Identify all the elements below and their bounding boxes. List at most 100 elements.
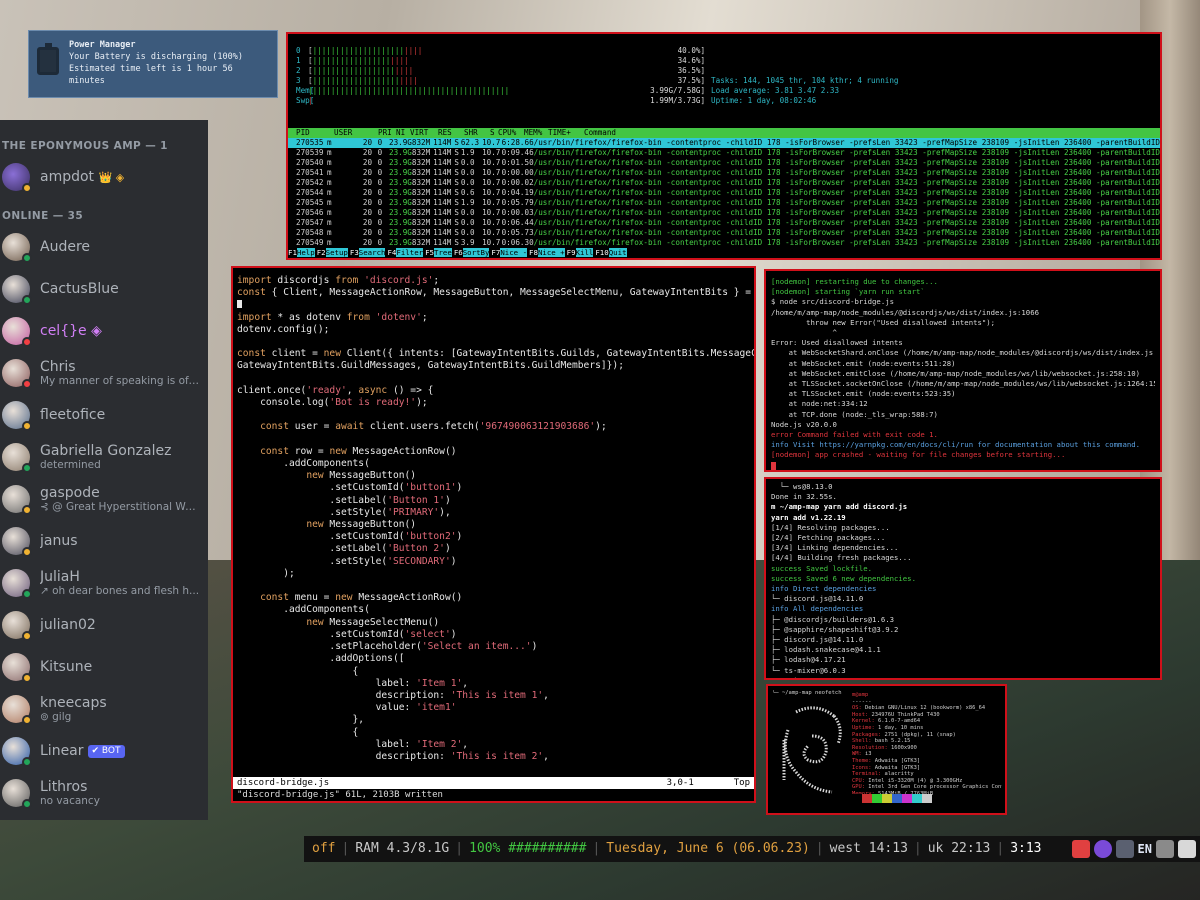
status-battery: 100% ########## <box>469 841 587 856</box>
neofetch-line: Host: 234976U ThinkPad T430 <box>852 712 1002 719</box>
column-header[interactable]: VIRT <box>410 128 438 138</box>
process-table-header[interactable]: PID USER PRI NI VIRT RES SHR S CPU% MEM% TIME+ Comm… <box>288 128 1160 138</box>
member-row[interactable]: janus <box>0 520 208 562</box>
column-header[interactable]: S <box>490 128 498 138</box>
process-row[interactable]: 270544 m 20 0 23.9G 832M 114M S 0.6 10.7 0:04.19/u… <box>288 188 1160 198</box>
clipboard-tray-icon[interactable] <box>1178 840 1196 858</box>
process-cell: 1.9 <box>460 198 475 207</box>
keyboard-layout[interactable]: EN <box>1138 836 1152 862</box>
function-key[interactable]: F5Tree <box>425 247 454 258</box>
terminal-line: success Saved lockfile. <box>771 563 873 573</box>
terminal-line: at WebSocket.emit (node:events:511:28) <box>771 358 956 368</box>
function-key-label: Quit <box>608 248 627 257</box>
neofetch-key: Terminal: <box>852 771 882 778</box>
function-key[interactable]: F10Quit <box>595 247 628 258</box>
network-tray-icon[interactable] <box>1115 840 1134 858</box>
member-status: no vacancy <box>40 794 100 807</box>
power-manager-notification[interactable]: Power Manager Your Battery is dischargin… <box>28 30 278 98</box>
process-cell: 20 <box>362 158 373 167</box>
neofetch-key: CPU: <box>852 777 865 784</box>
member-ampdot[interactable]: ampdot 👑 ◈ <box>0 156 208 198</box>
column-header[interactable]: PRI <box>378 128 396 138</box>
neofetch-value: Adwaita [GTK3] <box>871 757 921 764</box>
process-row[interactable]: 270545 m 20 0 23.9G 832M 114M S 1.9 10.7 0:05.79/u… <box>288 198 1160 208</box>
function-key[interactable]: F9Kill <box>567 247 596 258</box>
status-dot <box>22 379 32 389</box>
member-row[interactable]: kneecaps ⊚ gilg <box>0 688 208 730</box>
function-key[interactable]: F7Nice - <box>491 247 529 258</box>
function-key[interactable]: F2Setup <box>317 247 350 258</box>
process-cell: 20 <box>362 138 373 147</box>
htop-window[interactable]: 0[|||||||||||||||||||| |||| 40.0%] 1[||||||… <box>286 32 1162 260</box>
member-row[interactable]: Linear ✔ BOT <box>0 730 208 772</box>
process-cell: 10.7 <box>482 178 501 187</box>
member-row[interactable]: julian02 <box>0 604 208 646</box>
member-row[interactable]: Chris My manner of speaking is ofte... <box>0 352 208 394</box>
column-header[interactable]: SHR <box>464 128 490 138</box>
process-row[interactable]: 270542 m 20 0 23.9G 832M 114M S 0.0 10.7 0:00.02/u… <box>288 178 1160 188</box>
member-row[interactable]: Audere <box>0 226 208 268</box>
process-row[interactable]: 270539 m 20 0 23.9G 832M 114M S 1.9 10.7 0:09.46/u… <box>288 148 1160 158</box>
yarn-terminal[interactable]: └─ ws@8.13.0 Done in 32.55s. m ~/amp-map y… <box>764 477 1162 680</box>
process-row[interactable]: 270535 m 20 0 23.9G 832M 114M S 62.3 10.7 6:28.66/… <box>288 138 1160 148</box>
process-cell: 23.9G <box>389 198 412 207</box>
neofetch-value: i3 <box>861 751 872 758</box>
debian-logo-icon <box>782 706 842 794</box>
member-rows: Audere CactusBlue cel{}e ◈ Chris My manner o… <box>0 226 208 814</box>
column-header[interactable]: Command <box>584 128 616 138</box>
terminal-line: ├─ @sapphire/shapeshift@3.9.2 <box>771 624 899 634</box>
process-row[interactable]: 270547 m 20 0 23.9G 832M 114M S 0.0 10.7 0:06.44/u… <box>288 218 1160 228</box>
volume-tray-icon[interactable] <box>1156 840 1174 858</box>
function-key-label: Tree <box>434 248 452 257</box>
member-row[interactable]: Gabriella Gonzalez determined <box>0 436 208 478</box>
member-row[interactable]: gaspode ⊰ @ Great Hyperstitional We... <box>0 478 208 520</box>
process-cell: 832M <box>411 188 431 197</box>
member-name: Kitsune <box>40 659 93 675</box>
process-cell: 10.7 <box>482 198 501 207</box>
member-row[interactable]: CactusBlue <box>0 268 208 310</box>
process-cell: 0:04.19 <box>501 188 534 197</box>
function-key[interactable]: F6SortBy <box>454 247 492 258</box>
neofetch-key: OS: <box>852 705 862 712</box>
member-text: cel{}e ◈ <box>40 323 102 339</box>
member-row[interactable]: Kitsune <box>0 646 208 688</box>
neofetch-key: Packages: <box>852 731 882 738</box>
column-header[interactable]: RES <box>438 128 464 138</box>
column-header[interactable]: PID <box>296 128 334 138</box>
column-header[interactable]: USER <box>334 128 378 138</box>
avatar <box>2 569 32 599</box>
function-key[interactable]: F4Filter <box>387 247 425 258</box>
member-row[interactable]: cel{}e ◈ <box>0 310 208 352</box>
process-cell: 0.0 <box>460 208 475 217</box>
function-key[interactable]: F3Search <box>350 247 388 258</box>
member-row[interactable]: fleetofice <box>0 394 208 436</box>
neofetch-terminal[interactable]: └─ ~/amp-map neofetch m@amp ------ OS: D… <box>766 684 1007 815</box>
process-cell: 0 <box>377 148 383 157</box>
terminal-line: Node.js v20.0.0 <box>771 419 837 429</box>
column-header[interactable]: TIME+ <box>548 128 584 138</box>
function-key[interactable]: F1Help <box>288 247 317 258</box>
function-key[interactable]: F8Nice + <box>529 247 567 258</box>
process-cell: 10.7 <box>482 138 501 147</box>
column-header[interactable]: MEM% <box>524 128 548 138</box>
notification-tray-icon[interactable] <box>1071 840 1090 858</box>
process-cell: 114M <box>433 218 452 227</box>
process-row[interactable]: 270541 m 20 0 23.9G 832M 114M S 0.0 10.7 0:00.00/u… <box>288 168 1160 178</box>
member-row[interactable]: JuliaH ↗ oh dear bones and flesh h... <box>0 562 208 604</box>
column-header[interactable]: NI <box>396 128 410 138</box>
avatar <box>2 401 32 431</box>
swap-label: Swp[ <box>296 96 315 105</box>
process-row[interactable]: 270546 m 20 0 23.9G 832M 114M S 0.0 10.7 0:00.03/u… <box>288 208 1160 218</box>
member-row[interactable]: Lithros no vacancy <box>0 772 208 814</box>
column-header[interactable]: CPU% <box>498 128 524 138</box>
process-cell: 270540 <box>296 158 324 167</box>
cpu-meter: 3[||||||||||||||||||| |||| 37.5%] <box>296 76 705 86</box>
nodemon-terminal[interactable]: [nodemon] restarting due to changes... [n… <box>764 269 1162 472</box>
system-tray: EN <box>1071 836 1200 862</box>
member-text: Chris My manner of speaking is ofte... <box>40 359 200 388</box>
process-row[interactable]: 270540 m 20 0 23.9G 832M 114M S 0.0 10.7 0:01.50/u… <box>288 158 1160 168</box>
discord-tray-icon[interactable] <box>1093 840 1112 858</box>
vim-editor-window[interactable]: import discordjs from 'discord.js'; cons… <box>231 266 756 803</box>
status-dot <box>22 799 32 809</box>
process-row[interactable]: 270548 m 20 0 23.9G 832M 114M S 0.0 10.7 0:05.73/u… <box>288 228 1160 238</box>
